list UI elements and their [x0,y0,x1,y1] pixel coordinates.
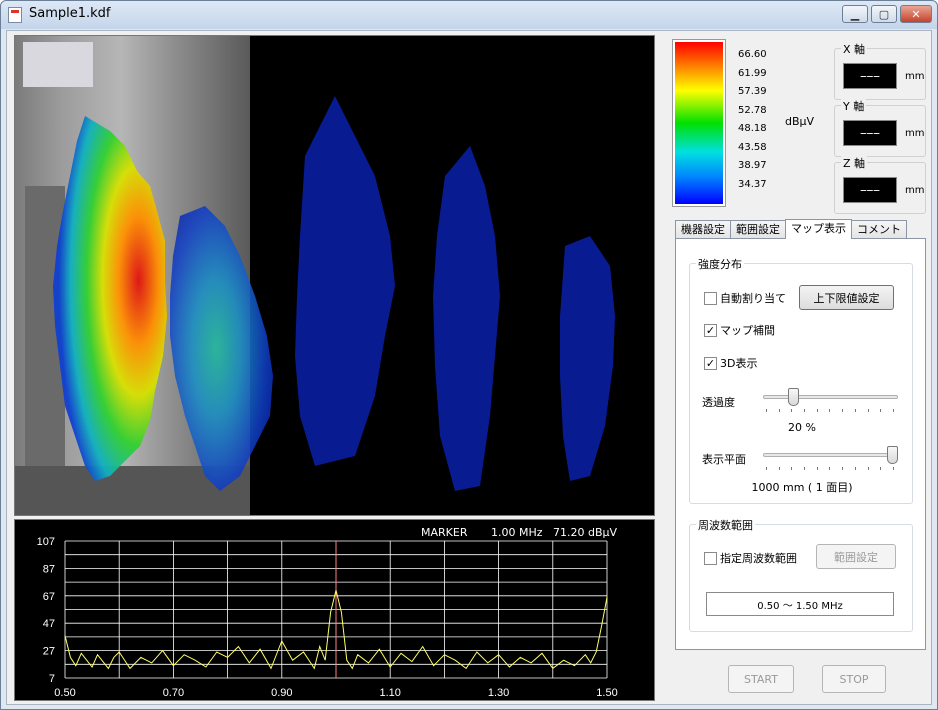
map-interp-label: マップ補間 [720,324,775,337]
spectrum-chart: 107 87 67 47 27 7 0.50 0.70 0.90 1.10 1.30 1.50 [37,536,618,699]
range-settings-button[interactable]: 範囲設定 [816,544,896,569]
y-axis-box: Y 軸 −−− mm [834,98,926,157]
transparency-label: 透過度 [702,396,735,409]
frequency-range-display: 0.50 ～ 1.50 MHz [706,592,894,616]
y-axis-unit: mm [905,128,925,139]
x-tick-label: 1.30 [488,687,509,699]
y-tick-label: 47 [43,618,55,630]
window-title: Sample1.kdf [29,6,111,21]
plane-label: 表示平面 [702,453,746,466]
title-bar[interactable]: Sample1.kdf ▁ ▢ ✕ [1,1,937,29]
y-axis-value: −−− [843,120,897,146]
specified-frequency-checkbox[interactable]: 指定周波数範囲 [704,550,797,566]
x-tick-label: 0.50 [54,687,75,699]
display-3d-checkbox[interactable]: ✓ 3D表示 [704,355,757,371]
z-axis-label: Z 軸 [841,155,868,171]
heatmap-plane-4 [433,146,500,491]
auto-assign-checkbox[interactable]: 自動割り当て [704,290,786,306]
y-tick-label: 87 [43,563,55,575]
stop-button[interactable]: STOP [822,665,886,693]
checkbox-box [704,291,717,305]
heatmap-plane-3 [295,96,395,466]
heatmap-plane-5 [560,236,615,481]
intensity-group: 強度分布 自動割り当て 上下限値設定 ✓ マップ補間 ✓ 3D表示 透過度 20… [689,256,913,504]
z-axis-unit: mm [905,185,925,196]
tab-strip: 機器設定 範囲設定 マップ表示 コメント [675,219,907,239]
app-window: Sample1.kdf ▁ ▢ ✕ MARKER 1.00 MHz 71.20 … [0,0,938,710]
close-button[interactable]: ✕ [900,5,932,23]
map-display-panel: 強度分布 自動割り当て 上下限値設定 ✓ マップ補間 ✓ 3D表示 透過度 20… [675,238,926,650]
transparency-slider-track[interactable] [763,395,898,399]
map-interp-checkbox[interactable]: ✓ マップ補間 [704,322,775,338]
intensity-group-title: 強度分布 [696,256,744,272]
frequency-group: 周波数範囲 指定周波数範囲 範囲設定 0.50 ～ 1.50 MHz [689,517,913,632]
color-scale-label: 66.60 [738,49,767,60]
minimize-button[interactable]: ▁ [842,5,868,23]
transparency-slider-thumb[interactable] [787,388,799,406]
tab-range-settings[interactable]: 範囲設定 [730,220,786,239]
maximize-button[interactable]: ▢ [871,5,897,23]
color-scale-label: 61.99 [738,68,767,79]
client-area: MARKER 1.00 MHz 71.20 dBµV 107 87 67 47 27 7 0… [6,30,932,705]
plane-ticks [766,467,894,470]
z-axis-value: −−− [843,177,897,203]
plane-slider-track[interactable] [763,453,898,457]
color-scale-gradient [675,42,723,204]
x-tick-label: 1.50 [596,687,617,699]
y-axis-label: Y 軸 [841,98,867,114]
tab-device-settings[interactable]: 機器設定 [675,220,731,239]
limit-settings-button[interactable]: 上下限値設定 [799,285,894,310]
auto-assign-label: 自動割り当て [720,292,786,305]
y-tick-label: 7 [49,673,55,685]
document-icon [8,7,22,23]
heatmap-plane-2 [170,206,273,491]
x-axis-box: X 軸 −−− mm [834,41,926,100]
x-axis-value: −−− [843,63,897,89]
y-tick-label: 67 [43,591,55,603]
color-scale-label: 43.58 [738,142,767,153]
plane-value: 1000 mm ( 1 面目) [751,481,853,494]
transparency-value: 20 % [788,421,816,434]
plane-slider-thumb[interactable] [887,446,898,464]
display-3d-label: 3D表示 [720,357,758,370]
y-tick-label: 27 [43,646,55,658]
transparency-ticks [766,409,894,412]
control-panel: 66.60 61.99 57.39 52.78 48.18 43.58 38.9… [664,31,930,701]
spectrum-panel[interactable]: MARKER 1.00 MHz 71.20 dBµV 107 87 67 47 27 7 0… [14,519,655,701]
color-scale [672,39,726,207]
map-viewer[interactable] [14,35,655,516]
start-button[interactable]: START [728,665,794,693]
frequency-group-title: 周波数範囲 [696,517,755,533]
color-scale-label: 38.97 [738,160,767,171]
checkbox-checked-icon: ✓ [704,356,717,370]
x-axis-label: X 軸 [841,41,868,57]
heatmap-plane-1 [53,116,167,481]
heatmap-overlay [53,96,615,491]
tab-map-display[interactable]: マップ表示 [785,219,852,239]
x-tick-label: 0.90 [271,687,292,699]
x-tick-label: 0.70 [163,687,184,699]
specified-frequency-label: 指定周波数範囲 [720,552,797,565]
color-scale-unit: dBμV [785,115,815,128]
x-tick-label: 1.10 [379,687,400,699]
checkbox-checked-icon: ✓ [704,323,717,337]
color-scale-label: 57.39 [738,86,767,97]
tab-comment[interactable]: コメント [851,220,907,239]
y-tick-label: 107 [37,536,55,548]
color-scale-label: 48.18 [738,123,767,134]
x-axis-unit: mm [905,71,925,82]
color-scale-label: 52.78 [738,105,767,116]
checkbox-box [704,551,717,565]
color-scale-label: 34.37 [738,179,767,190]
z-axis-box: Z 軸 −−− mm [834,155,926,214]
